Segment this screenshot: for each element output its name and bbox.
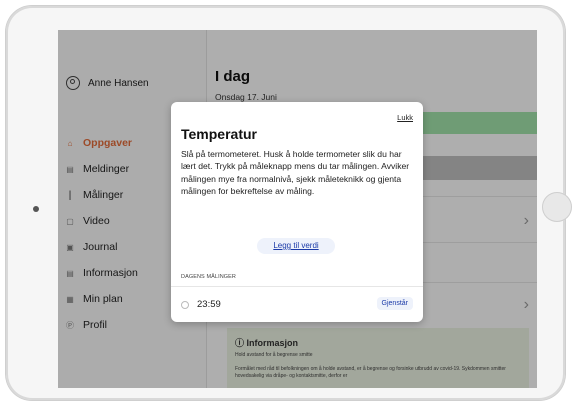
- add-value-button[interactable]: Legg til verdi: [257, 238, 335, 254]
- close-button[interactable]: Lukk: [397, 113, 413, 122]
- divider: [171, 286, 423, 287]
- camera-dot: [33, 206, 39, 212]
- measurements-section-label: DAGENS MÅLINGER: [181, 274, 236, 280]
- clock-icon: [181, 301, 189, 309]
- home-button[interactable]: [542, 192, 572, 222]
- screen: 16:37 ons. 17. jun. ▮▮▮ • 43 % ▬ Anne Ha…: [58, 30, 537, 388]
- modal-title: Temperatur: [181, 126, 257, 142]
- measurement-status-badge[interactable]: Gjenstår: [376, 297, 413, 310]
- measurement-time: 23:59: [197, 299, 221, 310]
- temperature-modal: Lukk Temperatur Slå på termometeret. Hus…: [171, 102, 423, 322]
- modal-instructions: Slå på termometeret. Husk å holde termom…: [181, 149, 410, 196]
- tablet-frame: 16:37 ons. 17. jun. ▮▮▮ • 43 % ▬ Anne Ha…: [6, 6, 572, 400]
